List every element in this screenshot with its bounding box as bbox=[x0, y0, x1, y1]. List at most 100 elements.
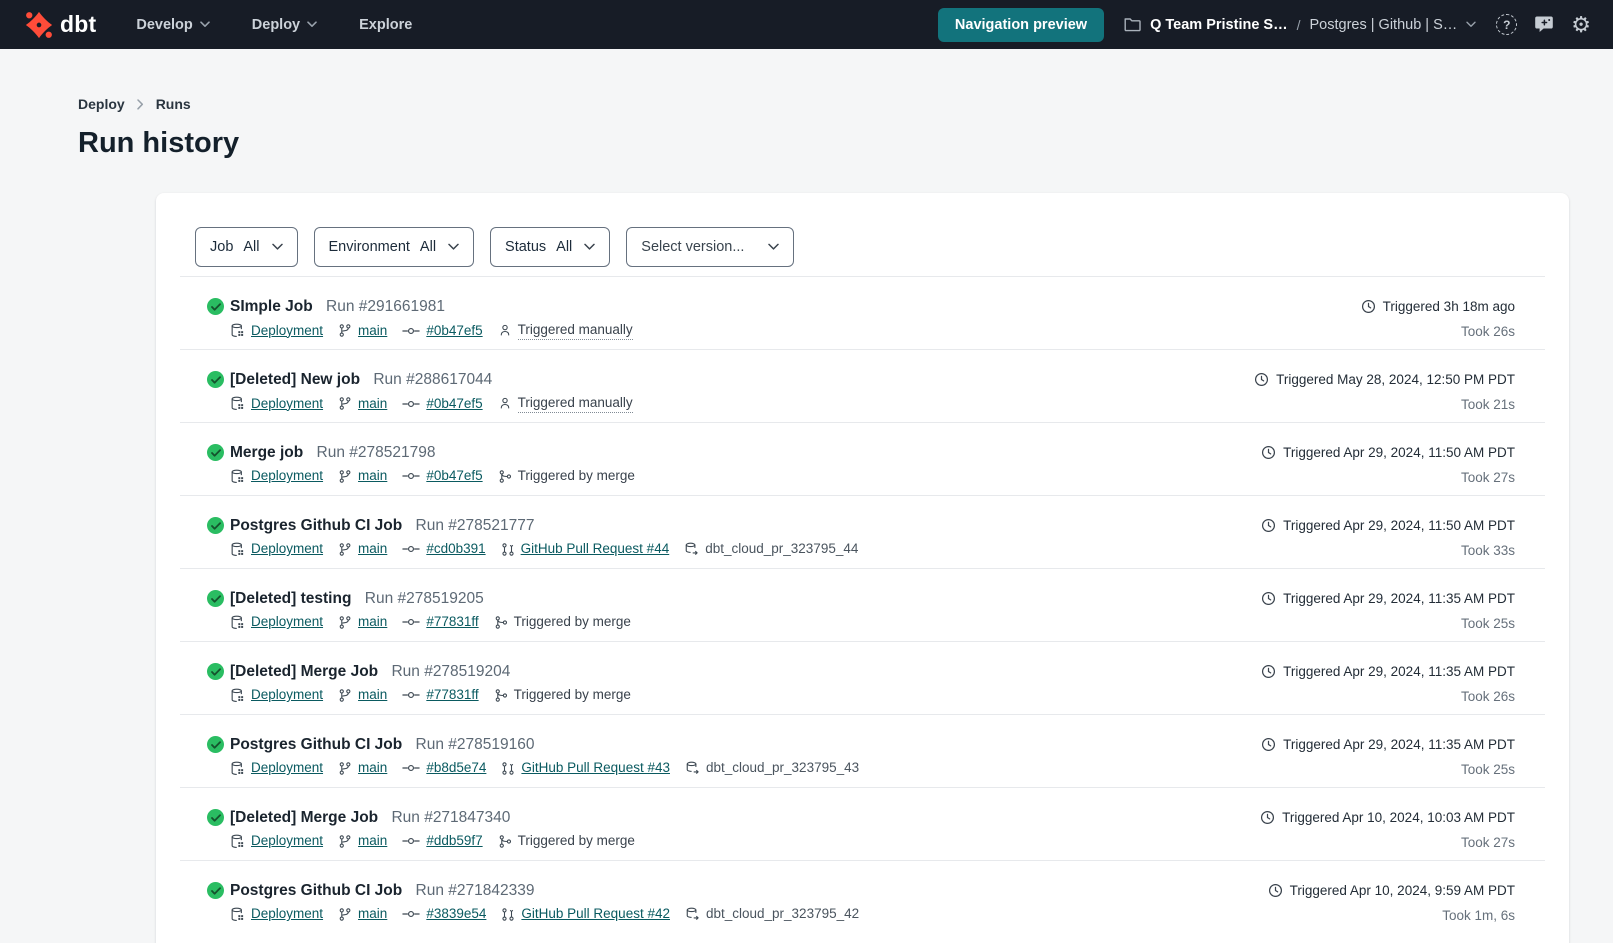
account-name: Q Team Pristine S… bbox=[1150, 17, 1288, 33]
project-selector[interactable]: Q Team Pristine S… / Postgres | Github |… bbox=[1124, 17, 1476, 33]
branch-link[interactable]: main bbox=[358, 467, 387, 485]
run-title: Postgres Github CI Job Run #278519160 bbox=[230, 735, 859, 754]
environment-filter[interactable]: Environment All bbox=[314, 227, 475, 267]
dbt-logo[interactable]: dbt bbox=[24, 10, 96, 40]
run-row[interactable]: [Deleted] Merge Job Run #278519204 bbox=[180, 641, 1545, 714]
run-duration: Took 26s bbox=[1361, 324, 1515, 339]
git-pull-request-icon bbox=[501, 907, 515, 922]
commit-meta: #cd0b391 bbox=[402, 540, 485, 558]
pull-request-link[interactable]: GitHub Pull Request #42 bbox=[521, 905, 670, 923]
triggered-text: Triggered 3h 18m ago bbox=[1383, 297, 1515, 316]
branch-link[interactable]: main bbox=[358, 759, 387, 777]
environment-link[interactable]: Deployment bbox=[251, 905, 323, 923]
branch-link[interactable]: main bbox=[358, 613, 387, 631]
branch-link[interactable]: main bbox=[358, 686, 387, 704]
run-duration: Took 25s bbox=[1261, 762, 1515, 777]
run-job-name: [Deleted] Merge Job bbox=[230, 663, 378, 680]
branch-link[interactable]: main bbox=[358, 322, 387, 340]
commit-link[interactable]: #3839e54 bbox=[426, 905, 486, 923]
person-icon bbox=[498, 323, 512, 338]
environment-meta: Deployment bbox=[230, 905, 323, 923]
commit-meta: #77831ff bbox=[402, 613, 478, 631]
branch-link[interactable]: main bbox=[358, 832, 387, 850]
branch-link[interactable]: main bbox=[358, 540, 387, 558]
commit-link[interactable]: #0b47ef5 bbox=[426, 395, 482, 413]
run-job-name: Postgres Github CI Job bbox=[230, 736, 402, 753]
pull-request-link[interactable]: GitHub Pull Request #43 bbox=[521, 759, 670, 777]
commit-link[interactable]: #cd0b391 bbox=[426, 540, 485, 558]
environment-link[interactable]: Deployment bbox=[251, 759, 323, 777]
run-title: [Deleted] New job Run #288617044 bbox=[230, 370, 633, 389]
gear-icon[interactable]: ⚙ bbox=[1571, 14, 1591, 36]
run-title: [Deleted] Merge Job Run #271847340 bbox=[230, 808, 635, 827]
clock-icon bbox=[1261, 664, 1276, 679]
feedback-icon[interactable] bbox=[1534, 15, 1554, 34]
run-triggered-time: Triggered Apr 10, 2024, 9:59 AM PDT bbox=[1268, 881, 1515, 900]
run-row[interactable]: [Deleted] Merge Job Run #271847340 bbox=[180, 787, 1545, 860]
commit-link[interactable]: #77831ff bbox=[426, 686, 478, 704]
environment-link[interactable]: Deployment bbox=[251, 467, 323, 485]
clock-icon bbox=[1268, 883, 1283, 898]
git-merge-icon bbox=[498, 469, 512, 484]
triggered-text: Triggered Apr 29, 2024, 11:35 AM PDT bbox=[1283, 735, 1515, 754]
environment-meta: Deployment bbox=[230, 759, 323, 777]
commit-link[interactable]: #ddb59f7 bbox=[426, 832, 482, 850]
run-job-name: Postgres Github CI Job bbox=[230, 882, 402, 899]
run-row[interactable]: SImple Job Run #291661981 Deploym bbox=[180, 276, 1545, 349]
menu-develop[interactable]: Develop bbox=[136, 17, 209, 33]
commit-link[interactable]: #0b47ef5 bbox=[426, 322, 482, 340]
run-triggered-time: Triggered 3h 18m ago bbox=[1361, 297, 1515, 316]
person-icon bbox=[498, 396, 512, 411]
breadcrumb-runs[interactable]: Runs bbox=[156, 96, 191, 112]
page-title: Run history bbox=[78, 127, 1613, 160]
run-meta: Deployment main #0b47ef5 bbox=[230, 321, 633, 340]
branch-link[interactable]: main bbox=[358, 395, 387, 413]
run-duration: Took 26s bbox=[1261, 689, 1515, 704]
breadcrumb-deploy[interactable]: Deploy bbox=[78, 96, 125, 112]
menu-deploy[interactable]: Deploy bbox=[252, 17, 317, 33]
environment-link[interactable]: Deployment bbox=[251, 613, 323, 631]
run-row[interactable]: Postgres Github CI Job Run #278519160 bbox=[180, 714, 1545, 787]
menu-explore[interactable]: Explore bbox=[359, 17, 412, 33]
commit-link[interactable]: #b8d5e74 bbox=[426, 759, 486, 777]
environment-link[interactable]: Deployment bbox=[251, 686, 323, 704]
branch-meta: main bbox=[338, 395, 387, 413]
run-triggered-time: Triggered Apr 29, 2024, 11:35 AM PDT bbox=[1261, 589, 1515, 608]
commit-link[interactable]: #77831ff bbox=[426, 613, 478, 631]
run-row[interactable]: [Deleted] testing Run #278519205 bbox=[180, 568, 1545, 641]
branch-link[interactable]: main bbox=[358, 905, 387, 923]
trigger-label[interactable]: Triggered manually bbox=[518, 321, 633, 340]
environment-icon bbox=[230, 615, 245, 630]
environment-link[interactable]: Deployment bbox=[251, 395, 323, 413]
job-filter[interactable]: Job All bbox=[195, 227, 298, 267]
branch-meta: main bbox=[338, 540, 387, 558]
git-branch-icon bbox=[338, 688, 352, 703]
environment-link[interactable]: Deployment bbox=[251, 540, 323, 558]
environment-link[interactable]: Deployment bbox=[251, 322, 323, 340]
run-row[interactable]: Postgres Github CI Job Run #278521777 bbox=[180, 495, 1545, 568]
run-meta: Deployment main #77831ff bbox=[230, 613, 631, 631]
navigation-preview-button[interactable]: Navigation preview bbox=[938, 8, 1104, 42]
run-number: Run #278521777 bbox=[416, 517, 535, 534]
git-merge-icon bbox=[494, 688, 508, 703]
status-filter[interactable]: Status All bbox=[490, 227, 610, 267]
run-meta: Deployment main #0b47ef5 bbox=[230, 467, 635, 485]
commit-link[interactable]: #0b47ef5 bbox=[426, 467, 482, 485]
run-row[interactable]: Postgres Github CI Job Run #271842339 bbox=[180, 860, 1545, 933]
menu-deploy-label: Deploy bbox=[252, 17, 300, 33]
pull-request-link[interactable]: GitHub Pull Request #44 bbox=[521, 540, 670, 558]
run-status-success-icon bbox=[207, 371, 224, 388]
branch-meta: main bbox=[338, 322, 387, 340]
environment-link[interactable]: Deployment bbox=[251, 832, 323, 850]
chevron-down-icon bbox=[768, 243, 779, 251]
help-icon[interactable]: ? bbox=[1496, 14, 1517, 35]
run-row[interactable]: Merge job Run #278521798 Deployme bbox=[180, 422, 1545, 495]
trigger-label[interactable]: Triggered manually bbox=[518, 394, 633, 413]
version-filter[interactable]: Select version... bbox=[626, 227, 794, 267]
run-job-name: Merge job bbox=[230, 444, 303, 461]
git-commit-icon bbox=[402, 690, 420, 700]
run-triggered-time: Triggered Apr 29, 2024, 11:50 AM PDT bbox=[1261, 516, 1515, 535]
trigger-merge-meta: Triggered by merge bbox=[494, 613, 631, 631]
triggered-text: Triggered Apr 29, 2024, 11:35 AM PDT bbox=[1283, 589, 1515, 608]
run-row[interactable]: [Deleted] New job Run #288617044 bbox=[180, 349, 1545, 422]
